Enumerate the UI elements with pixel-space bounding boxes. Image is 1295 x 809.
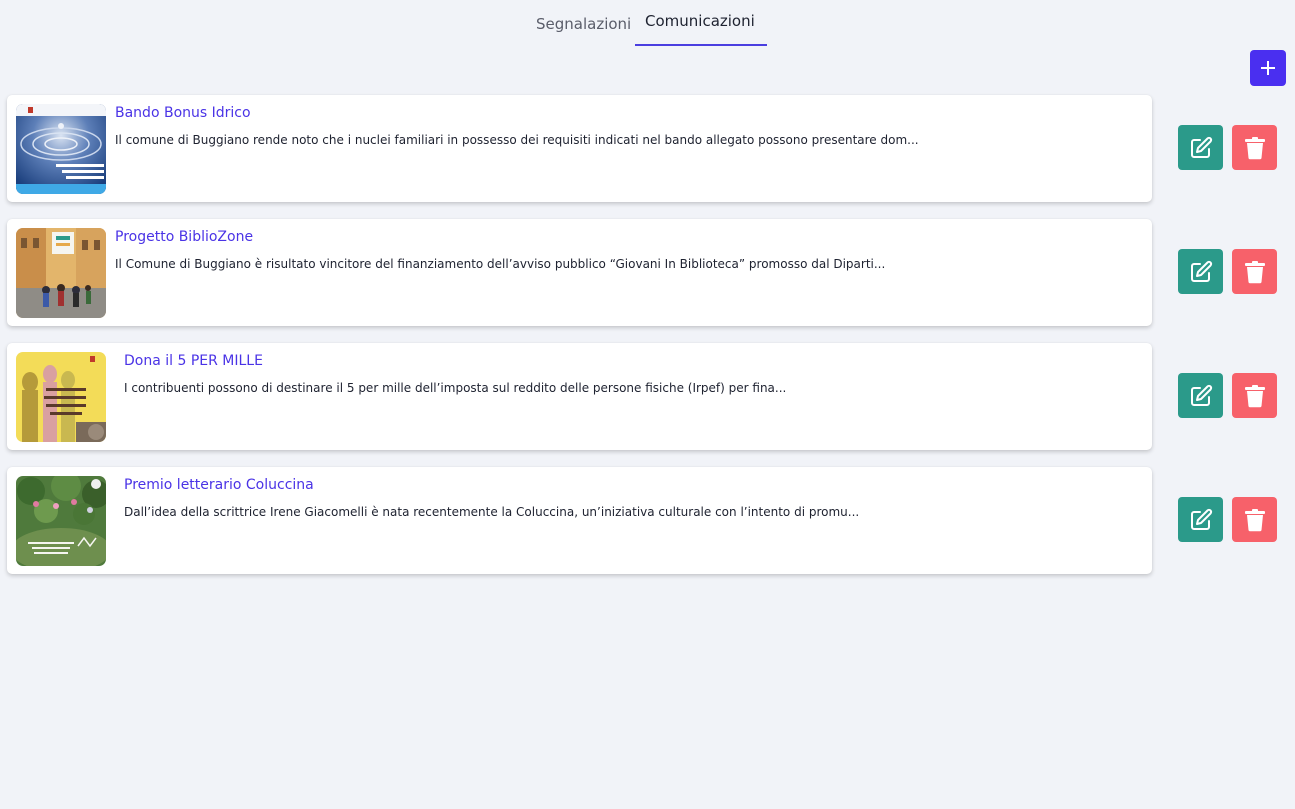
item-thumbnail	[16, 476, 106, 566]
trash-icon	[1244, 508, 1265, 531]
edit-icon	[1190, 136, 1212, 158]
list-item[interactable]: Progetto BiblioZone Il Comune di Buggian…	[7, 219, 1152, 326]
item-thumbnail	[16, 104, 106, 194]
trash-icon	[1244, 136, 1265, 159]
list-item[interactable]: Premio letterario Coluccina Dall’idea de…	[7, 467, 1152, 574]
list-item[interactable]: Dona il 5 PER MILLE I contribuenti posso…	[7, 343, 1152, 450]
active-tab-indicator	[635, 44, 767, 46]
item-thumbnail	[16, 352, 106, 442]
add-communication-button[interactable]	[1250, 50, 1286, 86]
delete-button[interactable]	[1232, 373, 1277, 418]
item-description: I contribuenti possono di destinare il 5…	[124, 381, 787, 395]
item-title[interactable]: Premio letterario Coluccina	[124, 477, 314, 493]
edit-icon	[1190, 260, 1212, 282]
trash-icon	[1244, 384, 1265, 407]
tab-bar: Segnalazioni Comunicazioni	[0, 0, 1295, 47]
delete-button[interactable]	[1232, 125, 1277, 170]
edit-icon	[1190, 508, 1212, 530]
item-title[interactable]: Progetto BiblioZone	[115, 229, 253, 245]
plus-icon	[1261, 61, 1275, 75]
tab-comunicazioni[interactable]: Comunicazioni	[645, 12, 755, 30]
item-title[interactable]: Bando Bonus Idrico	[115, 105, 251, 121]
item-title[interactable]: Dona il 5 PER MILLE	[124, 353, 263, 369]
edit-button[interactable]	[1178, 249, 1223, 294]
trash-icon	[1244, 260, 1265, 283]
edit-button[interactable]	[1178, 125, 1223, 170]
item-description: Dall’idea della scrittrice Irene Giacome…	[124, 505, 860, 519]
delete-button[interactable]	[1232, 497, 1277, 542]
edit-button[interactable]	[1178, 497, 1223, 542]
item-thumbnail	[16, 228, 106, 318]
edit-button[interactable]	[1178, 373, 1223, 418]
edit-icon	[1190, 384, 1212, 406]
delete-button[interactable]	[1232, 249, 1277, 294]
item-description: Il comune di Buggiano rende noto che i n…	[115, 133, 919, 147]
list-item[interactable]: Bando Bonus Idrico Il comune di Buggiano…	[7, 95, 1152, 202]
tab-segnalazioni[interactable]: Segnalazioni	[536, 15, 631, 33]
item-description: Il Comune di Buggiano è risultato vincit…	[115, 257, 886, 271]
